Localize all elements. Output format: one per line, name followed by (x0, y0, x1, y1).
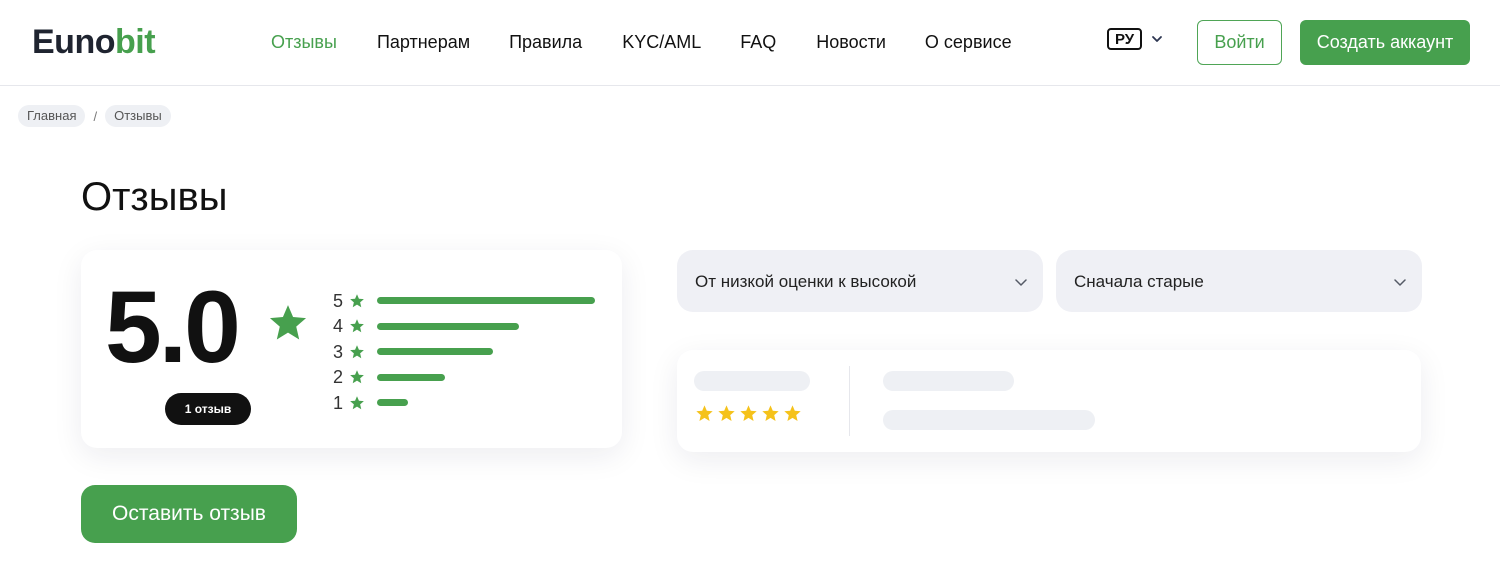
star-icon (740, 405, 757, 421)
logo[interactable]: Eunobit (32, 22, 156, 62)
skeleton-title (883, 371, 1014, 391)
rating-bar-label: 4 (333, 316, 344, 337)
rating-sort-value: От низкой оценки к высокой (695, 272, 917, 291)
star-icon (269, 305, 307, 340)
rating-sort-select[interactable]: От низкой оценки к высокой (677, 250, 1043, 312)
rating-bar-fill (377, 322, 519, 330)
star-icon (762, 405, 779, 421)
nav-news[interactable]: Новости (816, 30, 886, 54)
star-icon (350, 370, 364, 384)
skeleton-text (883, 410, 1095, 430)
review-count-badge: 1 отзыв (165, 393, 251, 425)
rating-bar-label: 1 (333, 392, 344, 413)
chevron-down-icon (1015, 279, 1027, 286)
logo-text-part1: Euno (32, 23, 115, 61)
nav-partners[interactable]: Партнерам (377, 30, 470, 54)
rating-bar-row: 3 (333, 339, 595, 365)
breadcrumb-home[interactable]: Главная (18, 105, 86, 127)
create-account-button[interactable]: Создать аккаунт (1300, 20, 1470, 65)
rating-distribution: 5 4 3 2 1 (333, 288, 595, 416)
language-code: РУ (1107, 28, 1143, 50)
rating-bar-label: 2 (333, 367, 344, 388)
star-icon (350, 293, 364, 308)
language-selector[interactable]: РУ (1107, 28, 1164, 50)
review-card-placeholder (677, 350, 1421, 452)
breadcrumb-separator: / (93, 108, 98, 124)
chevron-down-icon (1152, 36, 1163, 42)
rating-bar-row: 5 (333, 288, 595, 314)
breadcrumb: Главная / Отзывы (18, 105, 171, 127)
rating-bar-label: 3 (333, 341, 344, 362)
rating-bar-label: 5 (333, 290, 344, 311)
leave-review-button[interactable]: Оставить отзыв (81, 485, 297, 543)
login-button[interactable]: Войти (1197, 20, 1282, 65)
star-icon (718, 405, 735, 421)
rating-bar-fill (377, 348, 493, 356)
average-score: 5.0 (105, 270, 241, 384)
divider (849, 366, 850, 436)
nav-about[interactable]: О сервисе (925, 30, 1012, 54)
rating-bar-row: 1 (333, 390, 595, 416)
star-icon (350, 395, 364, 410)
review-stars (695, 404, 802, 423)
main-nav: Отзывы Партнерам Правила KYC/AML FAQ Нов… (271, 30, 1012, 54)
nav-faq[interactable]: FAQ (740, 30, 776, 54)
nav-reviews[interactable]: Отзывы (271, 30, 337, 54)
date-sort-select[interactable]: Сначала старые (1056, 250, 1422, 312)
logo-text-part2: bit (114, 23, 156, 61)
page-title: Отзывы (81, 175, 228, 219)
skeleton-author (694, 371, 810, 391)
rating-bar-row: 4 (333, 314, 595, 340)
nav-kyc-aml[interactable]: KYC/AML (622, 30, 701, 54)
rating-bar-fill (377, 399, 408, 407)
rating-bar-fill (377, 297, 595, 305)
star-icon (350, 319, 364, 333)
chevron-down-icon (1394, 279, 1406, 286)
rating-bar-fill (377, 373, 445, 381)
star-icon (696, 405, 713, 421)
date-sort-value: Сначала старые (1074, 272, 1204, 291)
rating-summary-card: 5.0 1 отзыв 5 4 3 2 1 (81, 250, 622, 448)
rating-bar-row: 2 (333, 365, 595, 391)
star-icon (784, 405, 801, 421)
breadcrumb-current: Отзывы (105, 105, 171, 127)
site-header: Eunobit Отзывы Партнерам Правила KYC/AML… (0, 0, 1500, 86)
nav-rules[interactable]: Правила (509, 30, 582, 54)
star-icon (350, 344, 364, 359)
